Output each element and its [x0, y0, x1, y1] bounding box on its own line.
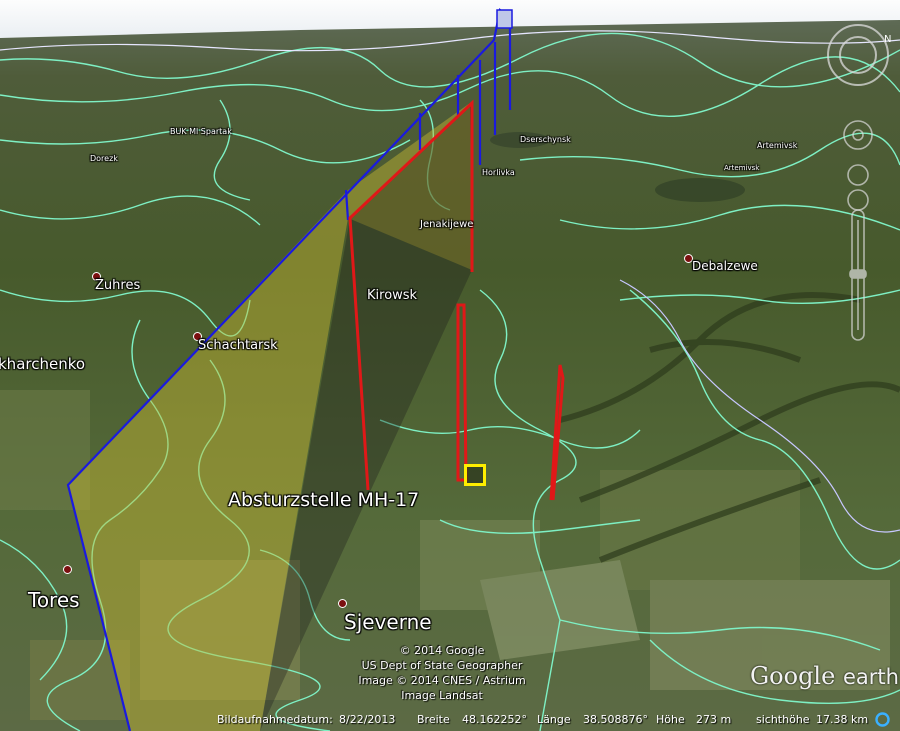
flight-path-end: [496, 9, 513, 29]
copyright-line: © 2014 Google: [399, 644, 485, 657]
town-dot-sjeverne: [338, 599, 347, 608]
place-label-buk-ml[interactable]: BUK Ml Spartak: [170, 127, 232, 136]
compass-ring[interactable]: [827, 24, 889, 86]
copyright-line: Image © 2014 CNES / Astrium: [358, 674, 526, 687]
place-label-zuhres[interactable]: Zuhres: [95, 278, 140, 293]
copyright-line: US Dept of State Geographer: [361, 659, 523, 672]
longitude-label: Länge: [537, 713, 571, 726]
eye-altitude-label: sichthöhe: [756, 713, 810, 726]
imagery-date-label: Bildaufnahmedatum:: [217, 713, 333, 726]
terrain-map[interactable]: [0, 0, 900, 731]
place-label-dorezk[interactable]: Dorezk: [90, 154, 118, 163]
streaming-status-icon: [875, 712, 890, 727]
place-label-tores[interactable]: Tores: [28, 588, 80, 612]
place-label-debalzewe[interactable]: Debalzewe: [692, 259, 758, 273]
place-label-kharchenko[interactable]: kharchenko: [0, 355, 85, 373]
status-bar: Bildaufnahmedatum: 8/22/2013 Breite 48.1…: [0, 708, 900, 731]
longitude-value: 38.508876°: [583, 713, 648, 726]
place-label-schachtarsk[interactable]: Schachtarsk: [198, 338, 278, 353]
logo-word-google: Google: [750, 662, 836, 690]
imagery-date-value: 8/22/2013: [339, 713, 396, 726]
latitude-label: Breite: [417, 713, 450, 726]
google-earth-logo: Google earth: [750, 662, 899, 690]
crash-site-label[interactable]: Absturzstelle MH-17: [228, 489, 419, 511]
latitude-value: 48.162252°: [462, 713, 527, 726]
place-label-artemivsk-2[interactable]: Artemivsk: [724, 164, 759, 172]
imagery-copyright: © 2014 Google US Dept of State Geographe…: [352, 643, 532, 703]
eye-altitude-value: 17.38 km: [816, 713, 869, 726]
look-joystick-icon[interactable]: [843, 120, 873, 150]
crash-site-marker[interactable]: [464, 464, 486, 486]
copyright-line: Image Landsat: [401, 689, 483, 702]
elevation-label: Höhe: [656, 713, 685, 726]
town-dot-tores: [63, 565, 72, 574]
logo-word-earth: earth: [842, 665, 899, 689]
place-label-jenakijewe[interactable]: Jenakijewe: [420, 219, 473, 230]
place-label-artemivsk[interactable]: Artemivsk: [757, 141, 797, 150]
place-label-kirowsk[interactable]: Kirowsk: [367, 288, 417, 303]
elevation-value: 273 m: [696, 713, 732, 726]
place-label-sjeverne[interactable]: Sjeverne: [344, 610, 432, 634]
google-earth-view[interactable]: Zuhres Schachtarsk kharchenko Tores Sjev…: [0, 0, 900, 731]
compass-north-icon[interactable]: N: [884, 34, 891, 45]
place-label-dserschynsk[interactable]: Dserschynsk: [520, 135, 571, 144]
navigation-controls[interactable]: N: [818, 20, 898, 350]
zoom-slider[interactable]: [849, 209, 867, 341]
move-joystick-icon[interactable]: [847, 164, 869, 211]
place-label-horlivka[interactable]: Horlivka: [482, 168, 515, 177]
